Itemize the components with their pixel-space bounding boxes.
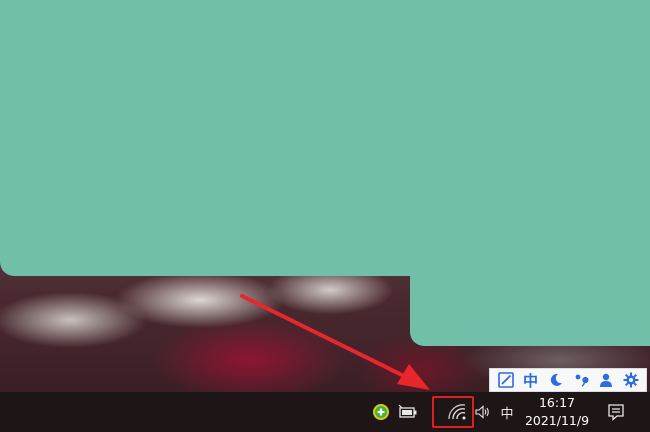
pen-icon[interactable] bbox=[496, 370, 516, 390]
teal-cover-panel bbox=[0, 0, 410, 276]
green-plus-app-icon[interactable] bbox=[372, 403, 390, 421]
teal-cover-panel-right bbox=[410, 0, 650, 346]
battery-icon[interactable] bbox=[398, 404, 418, 420]
clock-time: 16:17 bbox=[538, 395, 576, 410]
volume-icon[interactable] bbox=[474, 403, 492, 421]
ime-indicator-label: 中 bbox=[500, 406, 514, 422]
ime-toolbar: 中 bbox=[489, 368, 647, 392]
moon-icon[interactable] bbox=[546, 370, 566, 390]
clock-date: 2021/11/9 bbox=[524, 413, 590, 428]
user-icon[interactable] bbox=[596, 370, 616, 390]
gear-icon[interactable] bbox=[621, 370, 641, 390]
ime-indicator[interactable]: 中 bbox=[498, 403, 516, 422]
punctuation-icon[interactable] bbox=[571, 370, 591, 390]
action-center-icon[interactable] bbox=[606, 402, 626, 422]
chinese-mode-button[interactable]: 中 bbox=[521, 370, 541, 390]
taskbar-clock[interactable]: 16:17 2021/11/9 bbox=[518, 394, 596, 430]
chinese-mode-label: 中 bbox=[522, 371, 538, 390]
wifi-highlight-box bbox=[432, 396, 474, 428]
